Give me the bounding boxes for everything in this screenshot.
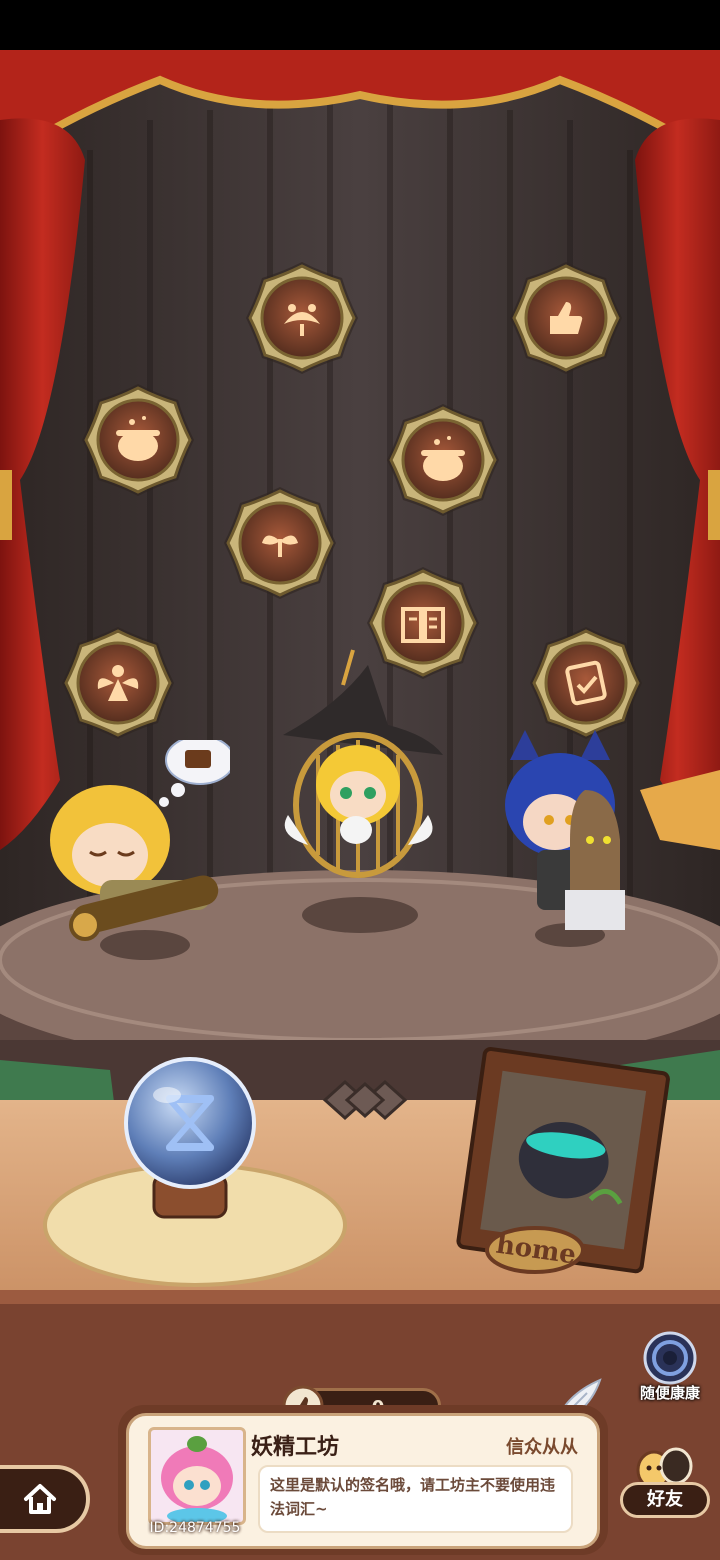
cauldron-icon xyxy=(387,404,499,516)
thumbs-up-icon xyxy=(510,262,622,374)
random-visit-label: 随便康康 xyxy=(639,1384,700,1402)
hourglass-icon xyxy=(124,1057,256,1219)
sprout-mask-icon xyxy=(224,487,336,599)
portal-icon xyxy=(643,1331,697,1385)
home-photo-frame[interactable]: home xyxy=(445,1045,680,1285)
badge-cauldron-2[interactable] xyxy=(383,400,503,520)
profile-card[interactable]: ID:24874755 妖精工坊 信众从从 这里是默认的签名哦，请工坊主不要使用… xyxy=(118,1405,608,1555)
house-icon xyxy=(24,1484,56,1514)
user-id: ID:24874755 xyxy=(149,1520,241,1536)
catgirl-character[interactable] xyxy=(495,730,645,945)
home-button[interactable] xyxy=(0,1465,90,1533)
avatar[interactable] xyxy=(148,1427,246,1525)
badge-cauldron-1[interactable] xyxy=(78,380,198,500)
leaf-mask-icon xyxy=(246,262,358,374)
signature-text: 这里是默认的签名哦，请工坊主不要使用违法词汇~ xyxy=(270,1476,556,1518)
badge-fairy[interactable] xyxy=(58,623,178,743)
workshop-name: 妖精工坊 xyxy=(251,1435,340,1460)
rank-title: 信众从从 xyxy=(506,1437,578,1458)
sleeping-blonde-character[interactable] xyxy=(30,740,230,950)
signature-box[interactable]: 这里是默认的签名哦，请工坊主不要使用违法词汇~ xyxy=(258,1465,573,1533)
friends-button[interactable]: 好友 xyxy=(620,1440,710,1525)
fairy-icon xyxy=(62,627,174,739)
cauldron-icon xyxy=(82,384,194,496)
badge-leaf-mask[interactable] xyxy=(242,258,362,378)
badge-scroll-check[interactable] xyxy=(526,623,646,743)
pink-fairy-avatar-icon xyxy=(161,1436,233,1522)
game-scene: home 随便康康 0 ID:24874755 妖精工坊 信众从从 这里是默认的… xyxy=(0,0,720,1560)
random-visit-button[interactable]: 随便康康 xyxy=(630,1330,710,1410)
badge-sprout-mask[interactable] xyxy=(220,483,340,603)
friends-label: 好友 xyxy=(647,1489,683,1510)
badge-thumbs-up[interactable] xyxy=(506,258,626,378)
caged-witch-character[interactable] xyxy=(278,645,448,890)
hourglass-orb-button[interactable] xyxy=(122,1055,258,1230)
scroll-check-icon xyxy=(530,627,642,739)
